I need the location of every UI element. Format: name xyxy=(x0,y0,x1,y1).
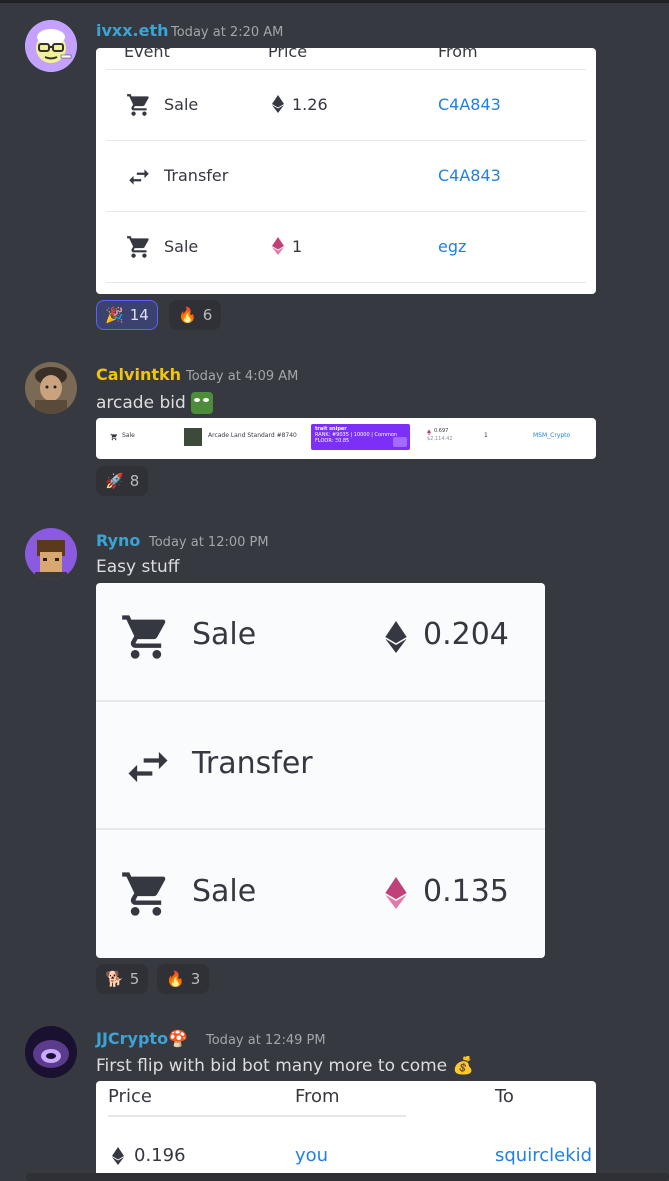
event-label: Transfer xyxy=(192,746,313,781)
cart-icon xyxy=(122,872,166,916)
username[interactable]: JJCrypto🍄 xyxy=(96,1029,188,1048)
image-embed-transfer[interactable]: Price From To 0.196 you squirclekid xyxy=(96,1081,596,1181)
image-embed-sale-row[interactable]: Sale Arcade Land Standard #8740 trait sn… xyxy=(96,418,596,459)
cart-icon xyxy=(127,236,149,258)
col-header-price: Price xyxy=(108,1086,152,1107)
username[interactable]: ivxx.eth xyxy=(96,21,169,40)
top-divider xyxy=(0,0,669,3)
message-text: First flip with bid bot many more to com… xyxy=(96,1056,474,1076)
from-address[interactable]: C4A843 xyxy=(438,166,501,185)
reaction-fire[interactable]: 🔥 3 xyxy=(157,964,210,994)
transfer-icon xyxy=(128,751,168,783)
reaction-rocket[interactable]: 🚀 8 xyxy=(96,466,149,496)
from-address[interactable]: MSM_Crypto xyxy=(533,432,570,439)
from-address[interactable]: C4A843 xyxy=(438,95,501,114)
message-text: arcade bid xyxy=(96,392,214,414)
reaction-tada[interactable]: 🎉 14 xyxy=(96,300,158,330)
reaction-fire[interactable]: 🔥 6 xyxy=(169,300,222,330)
avatar[interactable] xyxy=(25,20,77,72)
event-label: Sale xyxy=(122,432,135,439)
trait-sniper-badge[interactable]: trait sniper RANK: #9035 | 10000 | Commo… xyxy=(311,424,410,450)
fire-icon: 🔥 xyxy=(178,306,197,324)
to-address[interactable]: squirclekid xyxy=(495,1145,592,1166)
from-address[interactable]: you xyxy=(295,1145,328,1166)
reaction-count: 6 xyxy=(202,306,213,324)
cart-icon xyxy=(127,94,149,116)
divider xyxy=(106,211,586,212)
eth-icon xyxy=(112,1147,124,1165)
item-name: Arcade Land Standard #8740 xyxy=(208,432,297,439)
divider xyxy=(106,69,586,70)
rocket-icon: 🚀 xyxy=(105,472,124,490)
price-value: 1 xyxy=(292,237,303,256)
eth-pink-icon xyxy=(385,877,407,909)
avatar[interactable] xyxy=(25,1026,77,1078)
timestamp: Today at 12:49 PM xyxy=(206,1033,326,1048)
avatar[interactable] xyxy=(25,528,77,580)
eth-icon xyxy=(385,621,407,653)
transfer-icon xyxy=(129,169,149,185)
col-header-from: From xyxy=(438,48,478,61)
quantity-value: 1 xyxy=(484,432,488,439)
reaction-count: 14 xyxy=(129,306,149,324)
eth-pink-icon xyxy=(427,429,431,436)
reaction-dog[interactable]: 🐕 5 xyxy=(96,964,149,994)
price-value: 0.135 xyxy=(423,874,509,909)
header-underline xyxy=(108,1115,406,1117)
event-label: Sale xyxy=(164,95,199,114)
event-label: Transfer xyxy=(164,166,229,185)
username-text: JJCrypto xyxy=(96,1029,169,1048)
item-thumbnail xyxy=(184,428,202,446)
divider xyxy=(106,140,586,141)
reaction-count: 5 xyxy=(129,970,140,988)
col-header-from: From xyxy=(295,1086,340,1107)
message-text-content: First flip with bid bot many more to com… xyxy=(96,1056,448,1076)
timestamp: Today at 12:00 PM xyxy=(149,535,269,550)
username[interactable]: Calvintkh xyxy=(96,365,181,384)
event-label: Sale xyxy=(192,617,257,652)
cart-button[interactable] xyxy=(393,437,407,447)
reaction-count: 8 xyxy=(129,472,140,490)
message-text: Easy stuff xyxy=(96,557,180,577)
pepe-emoji-icon xyxy=(191,392,214,414)
message-text-content: arcade bid xyxy=(96,393,186,413)
event-label: Sale xyxy=(164,237,199,256)
eth-pink-icon xyxy=(272,237,284,255)
price-value: 0.196 xyxy=(134,1145,186,1166)
divider xyxy=(106,282,586,283)
cart-icon xyxy=(110,433,118,441)
col-header-event: Event xyxy=(124,48,170,61)
username[interactable]: Ryno xyxy=(96,531,140,550)
eth-icon xyxy=(272,95,284,113)
mushroom-icon: 🍄 xyxy=(168,1029,188,1048)
dog-icon: 🐕 xyxy=(105,970,124,988)
price-value: 0.697 xyxy=(434,428,449,434)
timestamp: Today at 4:09 AM xyxy=(186,369,299,384)
party-popper-icon: 🎉 xyxy=(105,306,124,324)
timestamp: Today at 2:20 AM xyxy=(171,25,284,40)
divider xyxy=(96,700,545,702)
fire-icon: 🔥 xyxy=(166,970,185,988)
horizontal-scrollbar[interactable] xyxy=(26,1173,669,1181)
divider xyxy=(96,828,545,830)
image-embed-activity[interactable]: Event Price From Sale 1.26 C4A843 Transf… xyxy=(96,48,596,294)
event-label: Sale xyxy=(192,874,257,909)
money-bag-icon: 💰 xyxy=(452,1056,474,1076)
cart-icon xyxy=(122,615,166,659)
usd-value: $2,114.42 xyxy=(427,436,453,442)
price-value: 0.204 xyxy=(423,617,509,652)
reaction-count: 3 xyxy=(190,970,201,988)
image-embed-activity-large[interactable]: Sale 0.204 Transfer Sale 0.135 xyxy=(96,583,545,958)
from-address[interactable]: egz xyxy=(438,237,466,256)
avatar[interactable] xyxy=(25,362,77,414)
col-header-price: Price xyxy=(268,48,308,61)
price-value: 1.26 xyxy=(292,95,328,114)
col-header-to: To xyxy=(495,1086,514,1107)
